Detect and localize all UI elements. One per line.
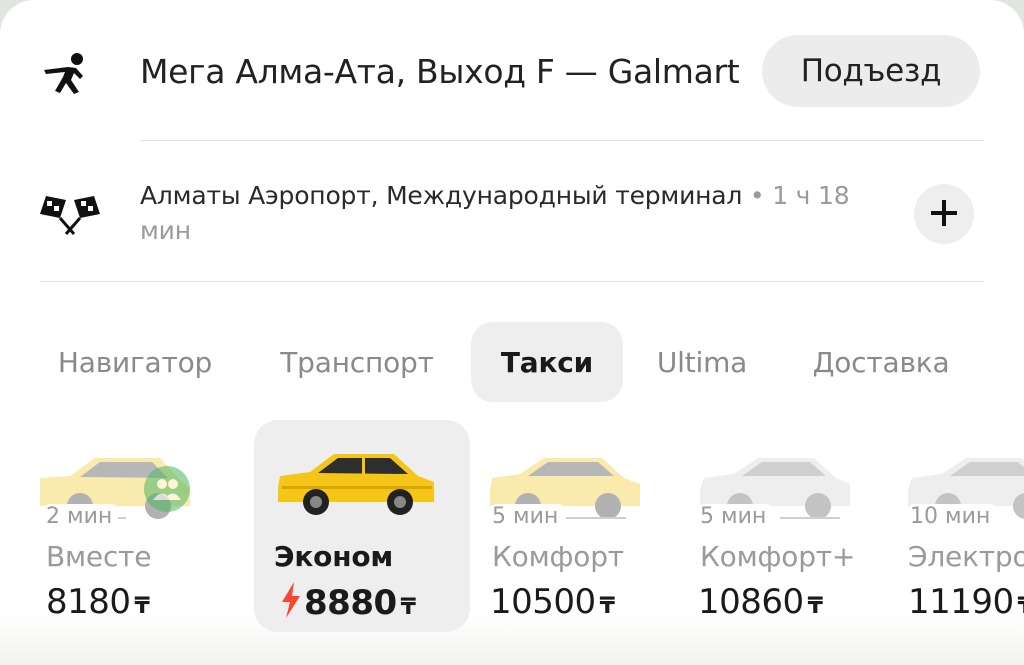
tariff-card-electro[interactable]: 10 мин Электро 11190₸ — [906, 420, 1024, 632]
tariff-name: Вместе — [46, 540, 152, 573]
plus-icon — [929, 198, 959, 231]
tariff-eta: 10 мин — [908, 504, 997, 529]
entrance-button[interactable]: Подъезд — [762, 35, 980, 107]
walking-person-icon — [38, 50, 94, 94]
tab-ultima[interactable]: Ultima — [640, 322, 764, 402]
destination-name: Алматы Аэропорт, Международный терминал — [140, 181, 743, 210]
tariff-eta: 2 мин — [44, 504, 119, 529]
tab-transport[interactable]: Транспорт — [262, 322, 452, 402]
service-tabs: Навигатор Транспорт Такси Ultima Доставк… — [0, 322, 1024, 402]
tab-taxi[interactable]: Такси — [471, 322, 623, 402]
tariff-name: Комфорт+ — [700, 540, 856, 573]
tariff-name: Комфорт — [492, 540, 624, 573]
tariff-card-comfort[interactable]: 5 мин Комфорт 10500 ₸ — [486, 420, 686, 632]
divider — [40, 281, 984, 282]
tariff-card-vmeste[interactable]: 2 мин Вместе 8180 ₸ — [40, 420, 240, 632]
people-icon — [144, 466, 190, 512]
car-icon — [278, 454, 434, 515]
tariff-eta: 5 мин — [698, 504, 773, 529]
divider — [140, 140, 984, 141]
destination-separator: • — [742, 181, 773, 210]
divider — [566, 517, 626, 519]
bottom-fade — [0, 615, 1024, 665]
tariff-card-comfort-plus[interactable]: 5 мин Комфорт+ 10860 ₸ — [696, 420, 896, 632]
tariff-eta: 5 мин — [490, 504, 565, 529]
pickup-address[interactable]: Мега Алма-Ата, Выход F — Galmart — [140, 52, 740, 91]
checkered-flags-icon — [38, 192, 102, 236]
destination-address[interactable]: Алматы Аэропорт, Международный терминал … — [140, 178, 880, 248]
add-stop-button[interactable] — [914, 184, 974, 244]
tariff-name: Эконом — [274, 540, 394, 573]
tariff-name: Электро — [908, 540, 1024, 573]
tab-delivery[interactable]: Доставка — [796, 322, 966, 402]
tariff-card-econom[interactable]: Эконом 8880 ₸ — [254, 420, 470, 632]
tab-navigator[interactable]: Навигатор — [40, 322, 230, 402]
route-sheet: Мега Алма-Ата, Выход F — Galmart Подъезд… — [0, 0, 1024, 665]
divider — [780, 517, 840, 519]
